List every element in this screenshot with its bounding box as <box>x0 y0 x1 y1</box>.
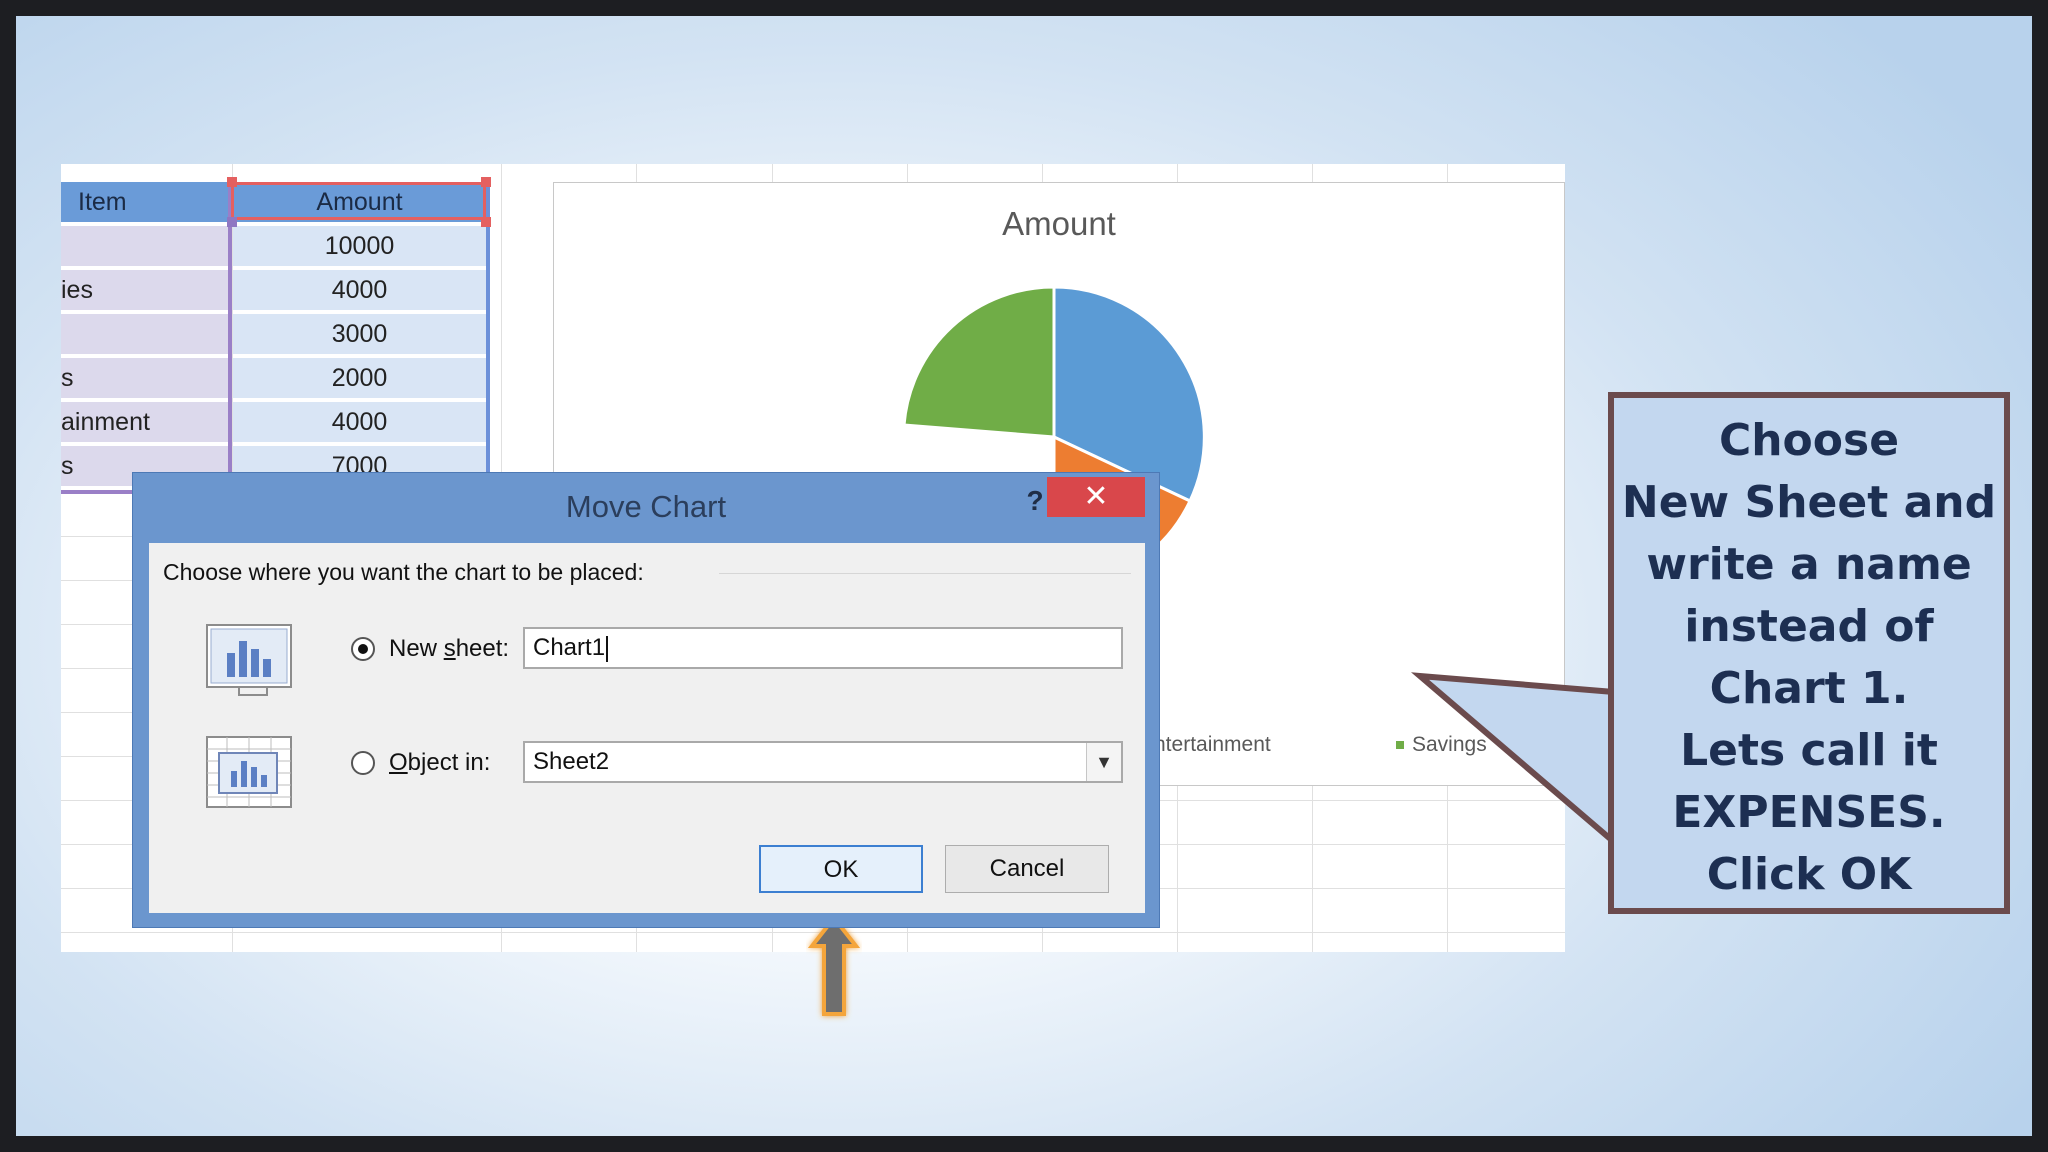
table-row: s 2000 <box>61 358 505 402</box>
dialog-prompt: Choose where you want the chart to be pl… <box>163 559 644 585</box>
cell-amount[interactable]: 2000 <box>233 358 486 398</box>
new-sheet-icon <box>206 624 292 696</box>
range-handle[interactable] <box>481 177 491 187</box>
selected-header-border <box>231 182 486 220</box>
cell-item[interactable] <box>61 314 228 354</box>
cell-amount[interactable]: 4000 <box>233 402 486 442</box>
callout-text: Choose New Sheet and write a name instea… <box>1621 415 1997 900</box>
table-row: 3000 <box>61 314 505 358</box>
range-handle[interactable] <box>227 177 237 187</box>
text-caret <box>606 635 609 662</box>
cell-item[interactable] <box>61 226 228 266</box>
pie-slice-green <box>902 285 1056 439</box>
cell-item[interactable]: s <box>61 358 228 398</box>
ok-button[interactable]: OK <box>759 845 923 893</box>
cancel-button[interactable]: Cancel <box>945 845 1109 893</box>
table-row: ainment 4000 <box>61 402 505 446</box>
cell-item[interactable]: ainment <box>61 402 228 442</box>
slide: Item Amount 10000 ies 4000 3000 s 2000 a… <box>16 16 2032 1136</box>
object-in-radio[interactable] <box>351 751 375 775</box>
cell-amount[interactable]: 10000 <box>233 226 486 266</box>
cell-amount[interactable]: 4000 <box>233 270 486 310</box>
dialog-title: Move Chart <box>565 489 727 524</box>
object-in-label[interactable]: Object in: <box>389 749 490 777</box>
new-sheet-label[interactable]: New sheet: <box>389 635 509 663</box>
table-row: ies 4000 <box>61 270 505 314</box>
cell-item[interactable]: ies <box>61 270 228 310</box>
instruction-callout: Choose New Sheet and write a name instea… <box>1608 392 2010 914</box>
move-chart-dialog: Move Chart ? ✕ Choose where you want the… <box>132 472 1160 928</box>
range-border-item <box>228 182 232 502</box>
prompt-divider <box>719 573 1131 574</box>
range-handle[interactable] <box>481 217 491 227</box>
chevron-down-icon[interactable]: ▼ <box>1086 743 1121 781</box>
object-in-select[interactable]: Sheet2 ▼ <box>523 741 1123 783</box>
up-arrow-icon <box>807 914 861 1016</box>
legend-swatch <box>1396 741 1404 750</box>
cell-amount[interactable]: 3000 <box>233 314 486 354</box>
legend-savings: Savings <box>1396 733 1487 757</box>
object-in-icon <box>206 736 292 808</box>
new-sheet-name-input[interactable]: Chart1 <box>523 627 1123 669</box>
dialog-body: Choose where you want the chart to be pl… <box>149 543 1145 913</box>
range-handle[interactable] <box>227 217 237 227</box>
close-button[interactable]: ✕ <box>1047 477 1145 517</box>
table-row: 10000 <box>61 226 505 270</box>
range-border-amount <box>486 182 490 502</box>
new-sheet-radio[interactable] <box>351 637 375 661</box>
header-item[interactable]: Item <box>61 182 228 222</box>
